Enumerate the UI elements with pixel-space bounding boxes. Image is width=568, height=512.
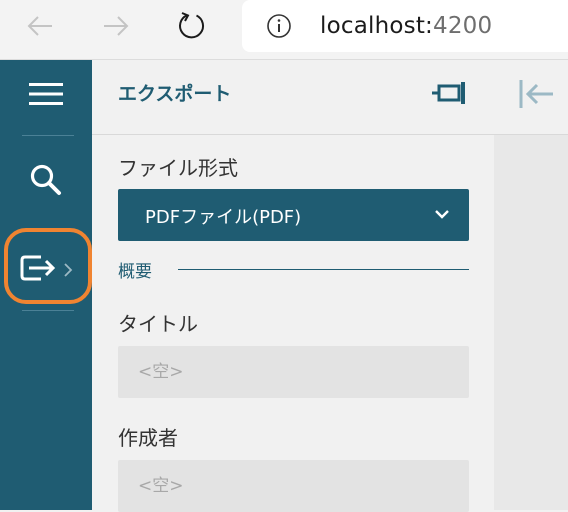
forward-arrow-icon: [104, 16, 129, 36]
title-input[interactable]: [118, 346, 469, 398]
back-button[interactable]: [20, 8, 60, 44]
info-icon[interactable]: [266, 13, 292, 39]
title-label: タイトル: [118, 312, 198, 336]
refresh-button[interactable]: [172, 8, 212, 44]
section-divider: [178, 269, 469, 270]
right-area: [494, 60, 568, 510]
author-label: 作成者: [118, 426, 178, 450]
forward-button[interactable]: [96, 8, 136, 44]
side-toolbar: [0, 60, 92, 510]
author-input[interactable]: [118, 460, 469, 512]
format-label: ファイル形式: [118, 156, 238, 180]
chevron-right-icon: [64, 263, 73, 277]
export-button[interactable]: [0, 236, 92, 300]
search-button[interactable]: [0, 148, 92, 212]
section-summary-title: 概要: [118, 262, 152, 282]
url-host: localhost:: [320, 13, 433, 39]
panel-title: エクスポート: [118, 83, 232, 105]
back-arrow-icon: [27, 16, 52, 36]
toolbar-divider: [22, 310, 74, 311]
search-icon: [30, 164, 61, 195]
toolbar-divider: [22, 135, 74, 136]
format-select-value: PDFファイル(PDF): [145, 207, 302, 228]
refresh-icon: [179, 12, 205, 39]
right-header: [494, 60, 568, 135]
export-panel: エクスポート ファイル形式 PDFファイル(PDF) 概要 タイトル 作成者: [92, 60, 494, 512]
address-bar[interactable]: localhost:4200: [242, 0, 568, 52]
format-select[interactable]: PDFファイル(PDF): [118, 189, 469, 241]
pin-icon[interactable]: [430, 78, 470, 108]
hamburger-icon: [29, 83, 63, 105]
url-port: 4200: [433, 13, 493, 39]
browser-toolbar: localhost:4200: [0, 0, 568, 60]
panel-header: エクスポート: [92, 60, 494, 135]
collapse-left-icon[interactable]: [516, 76, 556, 112]
chevron-down-icon: [435, 210, 449, 219]
url-text[interactable]: localhost:4200: [320, 12, 492, 40]
menu-button[interactable]: [0, 62, 92, 126]
export-icon: [20, 255, 56, 281]
